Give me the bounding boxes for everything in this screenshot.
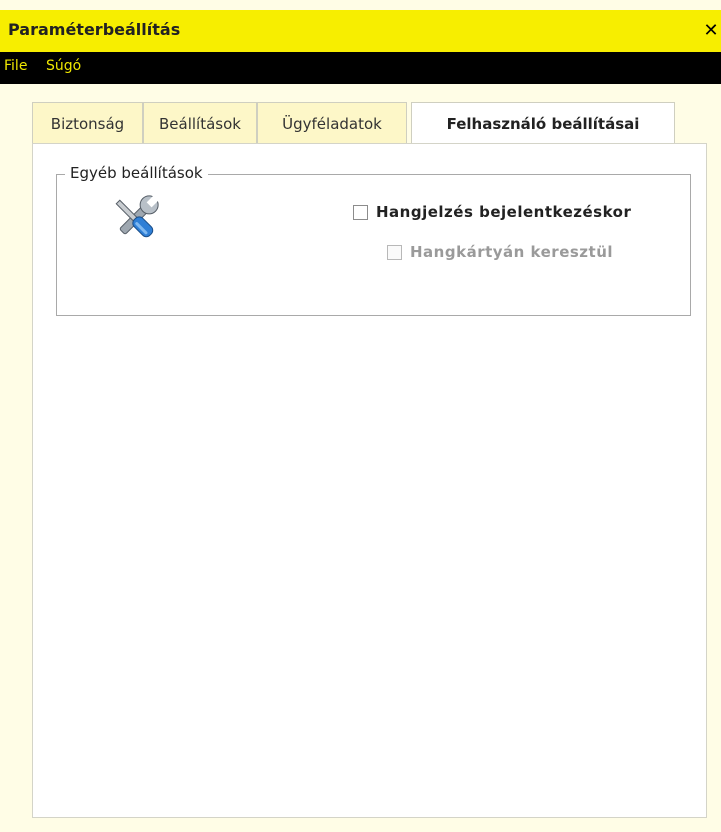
tab-security[interactable]: Biztonság xyxy=(32,102,143,144)
login-sound-checkbox[interactable] xyxy=(353,204,368,220)
option-login-sound: Hangjelzés bejelentkezéskor xyxy=(353,203,631,221)
settings-window: Paraméterbeállítás ✕ File Súgó Biztonság… xyxy=(0,0,721,832)
window-title: Paraméterbeállítás xyxy=(8,20,181,39)
tools-icon xyxy=(115,195,159,238)
menu-item-file[interactable]: File xyxy=(4,58,27,74)
close-icon: ✕ xyxy=(703,20,719,41)
tab-client-data[interactable]: Ügyféladatok xyxy=(257,102,407,144)
other-settings-group: Egyéb beállítások Hangjelzés bejelentkez xyxy=(56,164,691,316)
soundcard-label: Hangkártyán keresztül xyxy=(410,243,614,261)
option-soundcard: Hangkártyán keresztül xyxy=(387,243,613,261)
tab-panel-user-settings: Egyéb beállítások Hangjelzés bejelentkez xyxy=(32,143,707,818)
title-bar: Paraméterbeállítás ✕ xyxy=(0,10,721,52)
close-button[interactable]: ✕ xyxy=(701,20,721,44)
menu-bar: File Súgó xyxy=(0,52,721,84)
soundcard-checkbox[interactable] xyxy=(387,244,402,260)
tab-user-settings[interactable]: Felhasználó beállításai xyxy=(411,102,675,146)
group-legend: Egyéb beállítások xyxy=(65,164,208,182)
menu-item-help[interactable]: Súgó xyxy=(46,58,81,74)
login-sound-label: Hangjelzés bejelentkezéskor xyxy=(376,203,632,221)
tab-settings[interactable]: Beállítások xyxy=(143,102,257,144)
